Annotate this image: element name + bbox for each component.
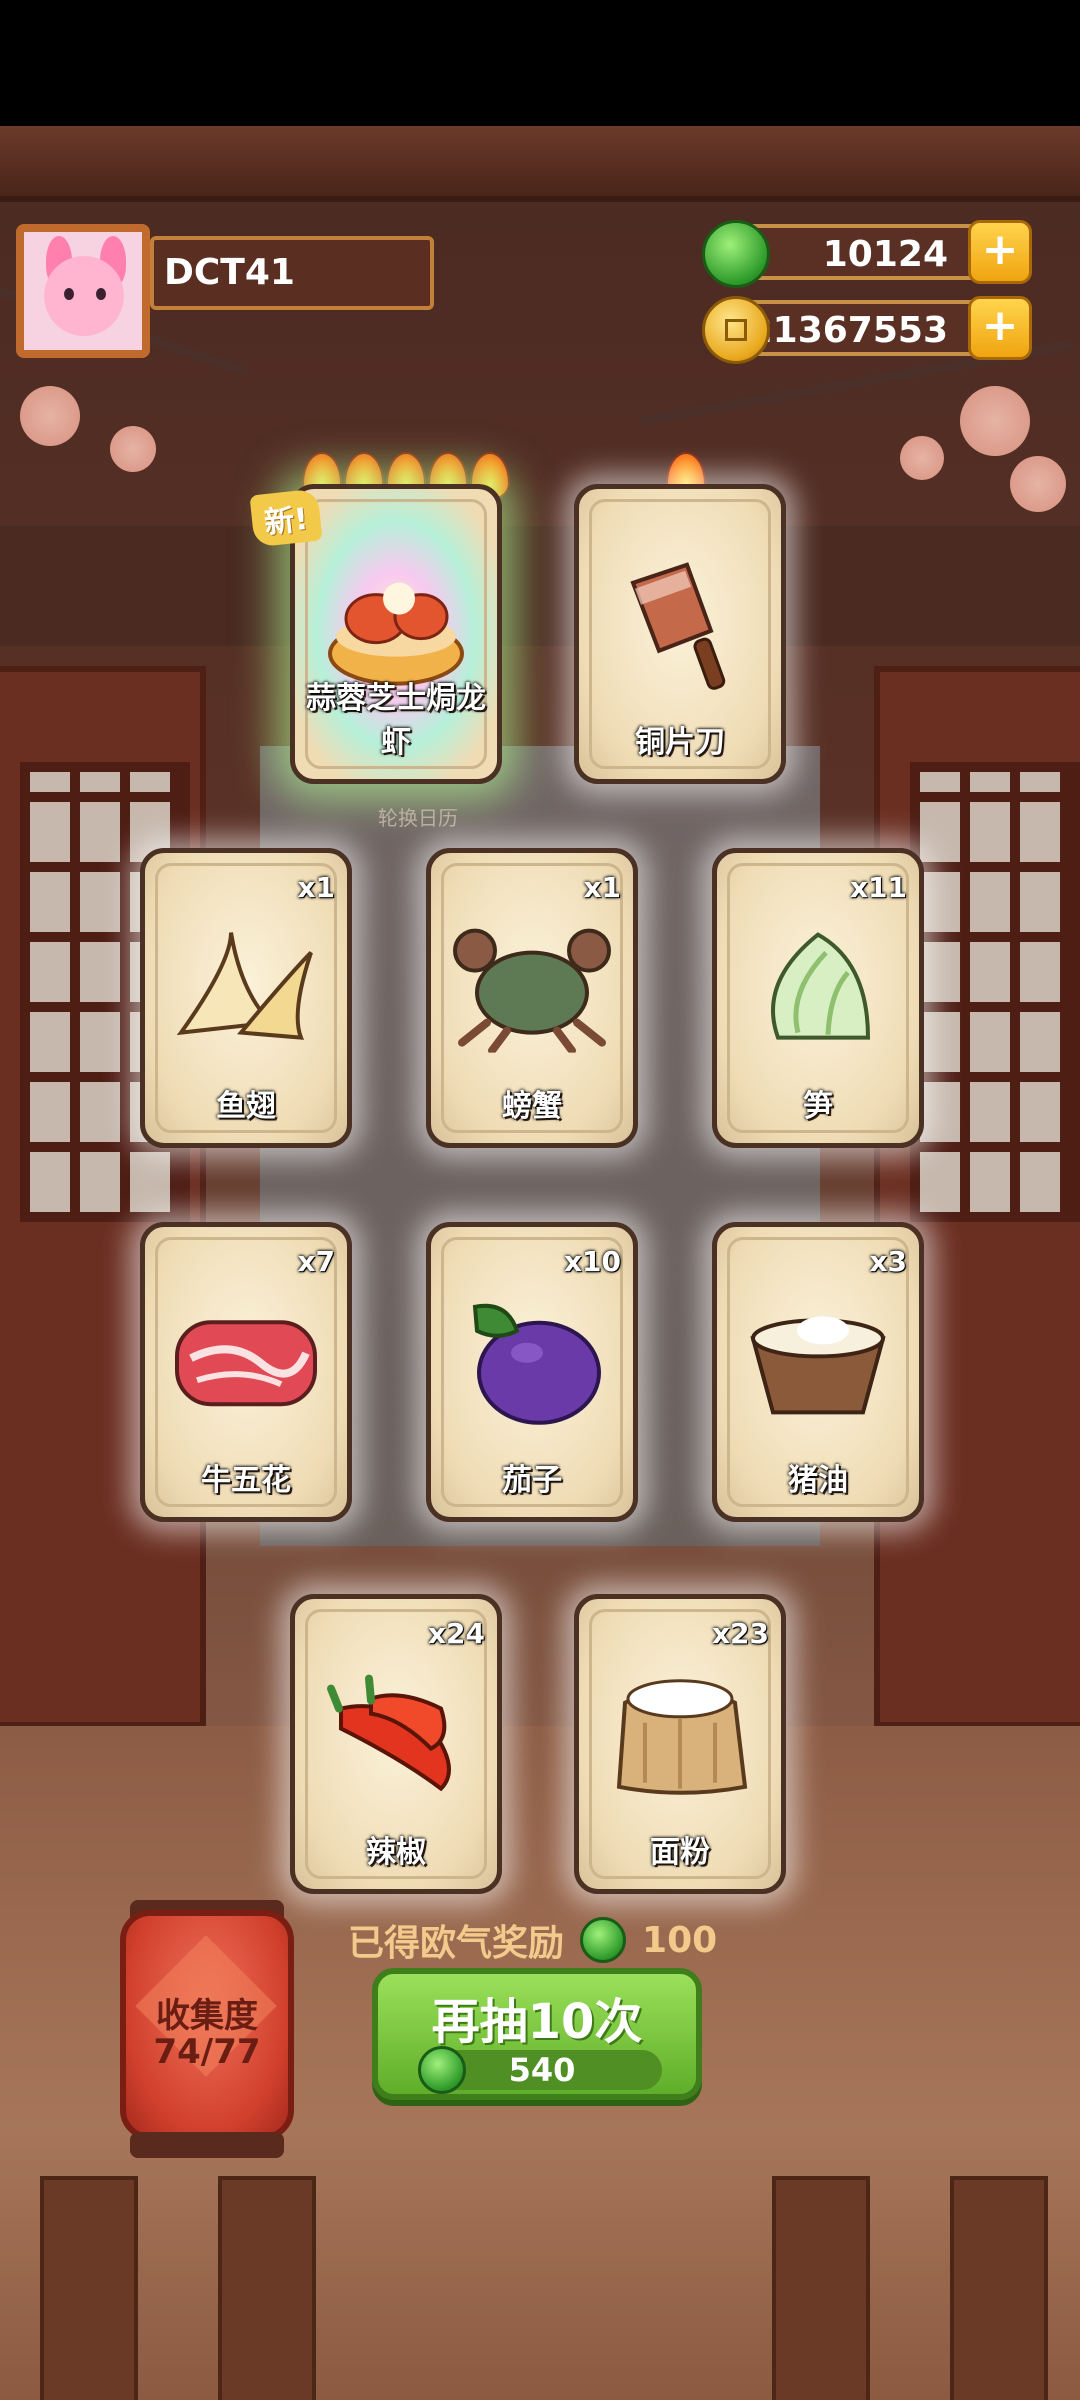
jade-amount: 10124: [822, 234, 948, 275]
blossom: [960, 386, 1030, 456]
reward-label: 已得欧气奖励: [348, 1923, 565, 1964]
gold-coin-icon: [702, 296, 770, 364]
player-name-bar: DCT41: [150, 236, 434, 310]
lantern-base: [130, 2132, 284, 2158]
card-featured-tool[interactable]: 铜片刀: [574, 484, 786, 784]
green-jade-coin-icon: [702, 220, 770, 288]
wall-beam: [0, 526, 1080, 646]
card-quantity: x24: [427, 1617, 485, 1650]
card-quantity: x3: [869, 1245, 907, 1278]
card-label: 螃蟹: [502, 1089, 562, 1124]
green-jade-coin-icon: [580, 1917, 627, 1963]
card-quantity: x7: [297, 1245, 335, 1278]
fence-post: [218, 2176, 316, 2400]
blossom: [20, 386, 80, 446]
card-quantity: x11: [849, 871, 907, 904]
cleaver-icon: [630, 562, 726, 690]
chili-icon: [327, 1674, 451, 1792]
draw-button-title: 再抽10次: [431, 1994, 643, 2050]
card-label: 笋: [803, 1089, 833, 1124]
card-label: 猪油: [788, 1463, 848, 1498]
lobster-dish-icon: [328, 582, 464, 686]
card-label: 蒜蓉芝士焗龙虾: [306, 681, 486, 760]
reward-value: 100: [642, 1919, 718, 1961]
bamboo-shoot-icon: [771, 932, 871, 1040]
reward-line: 已得欧气奖励 100: [348, 1910, 717, 1970]
roof-beam: [0, 126, 1080, 202]
card-ingredient[interactable]: x11 笋: [712, 848, 924, 1148]
gold-amount: 21367553: [747, 310, 948, 351]
card-ingredient[interactable]: x1 螃蟹: [426, 848, 638, 1148]
card-quantity: x23: [711, 1617, 769, 1650]
fence-post: [40, 2176, 138, 2400]
card-label: 面粉: [650, 1835, 710, 1870]
shark-fin-icon: [176, 932, 313, 1040]
card-label: 牛五花: [201, 1463, 291, 1498]
add-jade-button[interactable]: +: [968, 220, 1032, 284]
draw-cost-pill: 540: [418, 2046, 662, 2094]
flour-sack-icon: [616, 1679, 748, 1795]
draw-10-times-button[interactable]: 再抽10次 540: [372, 1968, 702, 2100]
collection-progress: 74/77: [153, 2032, 261, 2072]
card-ingredient[interactable]: x3 猪油: [712, 1222, 924, 1522]
card-quantity: x10: [563, 1245, 621, 1278]
card-ingredient[interactable]: x23 面粉: [574, 1594, 786, 1894]
blossom: [110, 426, 156, 472]
player-avatar[interactable]: [16, 224, 150, 358]
card-ingredient[interactable]: x1 鱼翅: [140, 848, 352, 1148]
card-ingredient[interactable]: x10 茄子: [426, 1222, 638, 1522]
card-label: 茄子: [502, 1463, 562, 1498]
card-featured-dish[interactable]: 蒜蓉芝士焗龙虾: [290, 484, 502, 784]
card-ingredient[interactable]: x7 牛五花: [140, 1222, 352, 1522]
blossom: [1010, 456, 1066, 512]
card-ingredient[interactable]: x24 辣椒: [290, 1594, 502, 1894]
card-quantity: x1: [297, 871, 335, 904]
right-door: [874, 666, 1080, 1728]
add-gold-button[interactable]: +: [968, 296, 1032, 360]
rotation-calendar-label: 轮换日历: [378, 806, 458, 830]
collection-label: 收集度: [156, 1996, 258, 2036]
collection-lantern-button[interactable]: 收集度 74/77: [120, 1910, 294, 2140]
crab-icon: [453, 928, 611, 1053]
blossom: [900, 436, 944, 480]
beef-icon: [175, 1320, 317, 1407]
card-quantity: x1: [583, 871, 621, 904]
left-door: [0, 666, 206, 1728]
player-name: DCT41: [164, 252, 295, 293]
new-badge: 新!: [249, 488, 323, 548]
card-label: 鱼翅: [216, 1089, 276, 1124]
card-label: 辣椒: [366, 1835, 426, 1870]
card-label: 铜片刀: [635, 725, 725, 760]
eggplant-icon: [472, 1303, 601, 1425]
draw-cost-value: 540: [508, 2051, 576, 2089]
lard-icon: [750, 1316, 886, 1415]
fence-post: [772, 2176, 870, 2400]
fence-post: [950, 2176, 1048, 2400]
